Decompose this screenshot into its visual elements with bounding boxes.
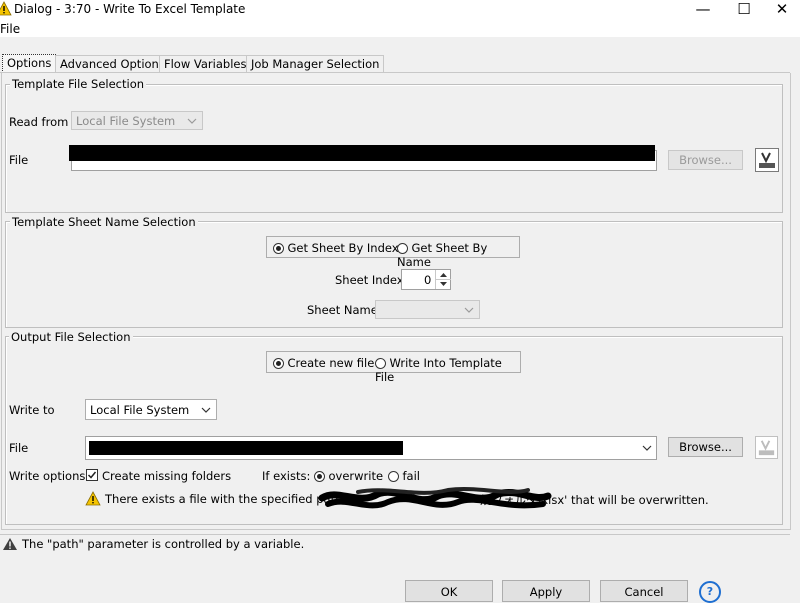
- sheet-index-spinner[interactable]: 0: [401, 269, 451, 290]
- overwrite-label: overwrite: [328, 469, 384, 483]
- radio-create-label: Create new file: [287, 356, 375, 370]
- radio-write-into-template[interactable]: Write Into Template File: [375, 356, 520, 384]
- output-browse-button[interactable]: Browse...: [668, 437, 743, 457]
- checkbox-box: [86, 469, 98, 481]
- spinner-arrows-icon: [436, 273, 451, 286]
- radio-selected-icon: [273, 358, 284, 369]
- output-path-variable-button[interactable]: [755, 436, 778, 459]
- write-options-label: Write options: [9, 469, 86, 483]
- flow-variable-icon: [758, 440, 775, 456]
- chevron-down-icon: [464, 307, 474, 313]
- redacted-path: [69, 145, 655, 161]
- if-exists-label: If exists:: [262, 469, 311, 483]
- cancel-button[interactable]: Cancel: [600, 580, 688, 602]
- output-file-legend: Output File Selection: [9, 330, 133, 344]
- tab-options[interactable]: Options: [2, 54, 57, 73]
- sheet-name-label: Sheet Name: [307, 303, 378, 317]
- radio-name-label: Get Sheet By Name: [397, 241, 488, 269]
- read-from-dropdown[interactable]: Local File System: [71, 111, 203, 130]
- read-from-value: Local File System: [76, 114, 176, 128]
- close-button[interactable]: ✕: [768, 0, 796, 19]
- create-missing-folders-label: Create missing folders: [102, 469, 232, 483]
- radio-unselected-icon: [375, 358, 386, 369]
- spinner-arrows[interactable]: [435, 270, 451, 289]
- help-button[interactable]: ?: [699, 581, 721, 603]
- template-sheet-legend: Template Sheet Name Selection: [10, 215, 198, 229]
- overwrite-warning-prefix: There exists a file with the specified p…: [105, 492, 350, 506]
- warning-icon: [85, 491, 101, 506]
- ok-button[interactable]: OK: [405, 580, 493, 602]
- chevron-down-icon: [201, 407, 211, 413]
- chevron-down-icon: [187, 118, 197, 124]
- sheet-index-label: Sheet Index: [335, 273, 404, 287]
- radio-selected-icon: [314, 471, 325, 482]
- checkmark-icon: [87, 471, 97, 479]
- status-message: The "path" parameter is controlled by a …: [22, 537, 305, 551]
- menu-file[interactable]: File: [0, 22, 20, 36]
- write-to-label: Write to: [9, 403, 55, 417]
- menu-bar: File: [0, 20, 800, 37]
- sheet-name-dropdown[interactable]: [375, 300, 480, 319]
- window-title: Dialog - 3:70 - Write To Excel Template: [14, 2, 246, 16]
- sheet-index-value: 0: [424, 273, 432, 287]
- radio-get-sheet-by-name[interactable]: Get Sheet By Name: [397, 241, 519, 269]
- read-from-label: Read from: [9, 115, 69, 129]
- output-mode-radio-group: Create new file Write Into Template File: [266, 351, 521, 384]
- status-bar: The "path" parameter is controlled by a …: [0, 534, 790, 553]
- radio-fail[interactable]: fail: [388, 469, 420, 483]
- overwrite-warning-suffix: 規フォルダ\xlsx' that will be overwritten.: [480, 493, 709, 507]
- title-bar: Dialog - 3:70 - Write To Excel Template …: [0, 0, 800, 20]
- sheet-selection-radio-group: Get Sheet By Index Get Sheet By Name: [266, 236, 520, 269]
- tab-advanced-options[interactable]: Advanced Options: [55, 55, 170, 73]
- template-file-label: File: [9, 153, 29, 167]
- template-browse-button[interactable]: Browse...: [668, 150, 743, 170]
- radio-write-into-label: Write Into Template File: [375, 356, 502, 384]
- warning-logo-icon: [0, 1, 12, 16]
- radio-index-label: Get Sheet By Index: [287, 241, 399, 255]
- maximize-button[interactable]: ☐: [730, 0, 758, 19]
- tab-job-manager-selection[interactable]: Job Manager Selection: [246, 55, 385, 73]
- radio-unselected-icon: [388, 471, 399, 482]
- write-to-value: Local File System: [90, 403, 190, 417]
- write-to-dropdown[interactable]: Local File System: [85, 399, 217, 420]
- template-path-variable-button[interactable]: [755, 148, 779, 172]
- chevron-down-icon[interactable]: [640, 442, 654, 454]
- fail-label: fail: [402, 469, 421, 483]
- radio-unselected-icon: [397, 243, 408, 254]
- template-file-legend: Template File Selection: [10, 77, 147, 91]
- radio-overwrite[interactable]: overwrite: [314, 469, 383, 483]
- tab-flow-variables[interactable]: Flow Variables: [159, 55, 252, 73]
- radio-get-sheet-by-index[interactable]: Get Sheet By Index: [273, 241, 399, 255]
- template-file-path-input[interactable]: [69, 145, 657, 171]
- output-file-label: File: [9, 441, 29, 455]
- flow-variable-icon: [759, 152, 775, 168]
- create-missing-folders-checkbox[interactable]: [86, 469, 98, 481]
- redacted-output-path: [89, 441, 403, 455]
- status-warning-icon: [3, 538, 17, 550]
- minimize-button[interactable]: —: [689, 0, 717, 19]
- apply-button[interactable]: Apply: [502, 580, 590, 602]
- radio-create-new-file[interactable]: Create new file: [273, 356, 374, 370]
- output-file-path-combo[interactable]: [85, 436, 657, 460]
- radio-selected-icon: [273, 243, 284, 254]
